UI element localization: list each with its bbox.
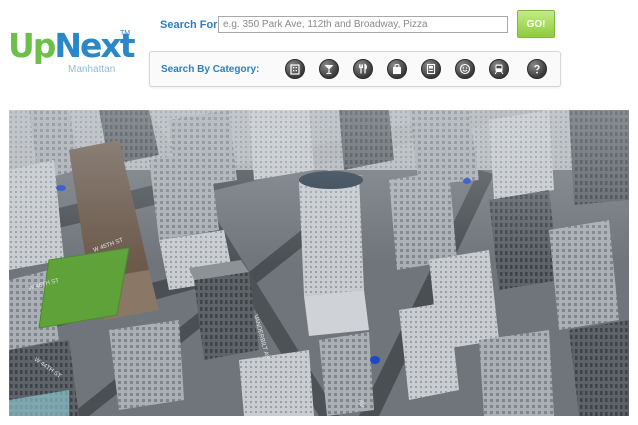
logo-wordmark: UpNext: [8, 26, 135, 65]
category-label: Search By Category:: [161, 64, 260, 75]
subway-icon[interactable]: [489, 59, 509, 79]
logo-up-text: Up: [8, 26, 56, 65]
logo-trademark: TM: [120, 30, 131, 37]
map-3d-view[interactable]: W 45TH ST W 46TH ST W 44TH ST VANDERBILT…: [9, 110, 629, 416]
city-rendering: W 45TH ST W 46TH ST W 44TH ST VANDERBILT…: [9, 110, 629, 416]
atm-icon[interactable]: [421, 59, 441, 79]
search-input[interactable]: [218, 16, 508, 33]
restaurant-icon[interactable]: [353, 59, 373, 79]
search-label: Search For:: [160, 19, 222, 31]
smiley-icon[interactable]: [455, 59, 475, 79]
shopping-bag-icon[interactable]: [387, 59, 407, 79]
cocktail-icon[interactable]: [319, 59, 339, 79]
go-button[interactable]: GO!: [517, 10, 555, 38]
building-icon[interactable]: [285, 59, 305, 79]
logo-subtitle: Manhattan: [68, 64, 116, 75]
help-icon[interactable]: [527, 59, 547, 79]
category-bar: Search By Category:: [149, 51, 561, 87]
upnext-logo[interactable]: UpNext TM Manhattan: [8, 26, 135, 76]
